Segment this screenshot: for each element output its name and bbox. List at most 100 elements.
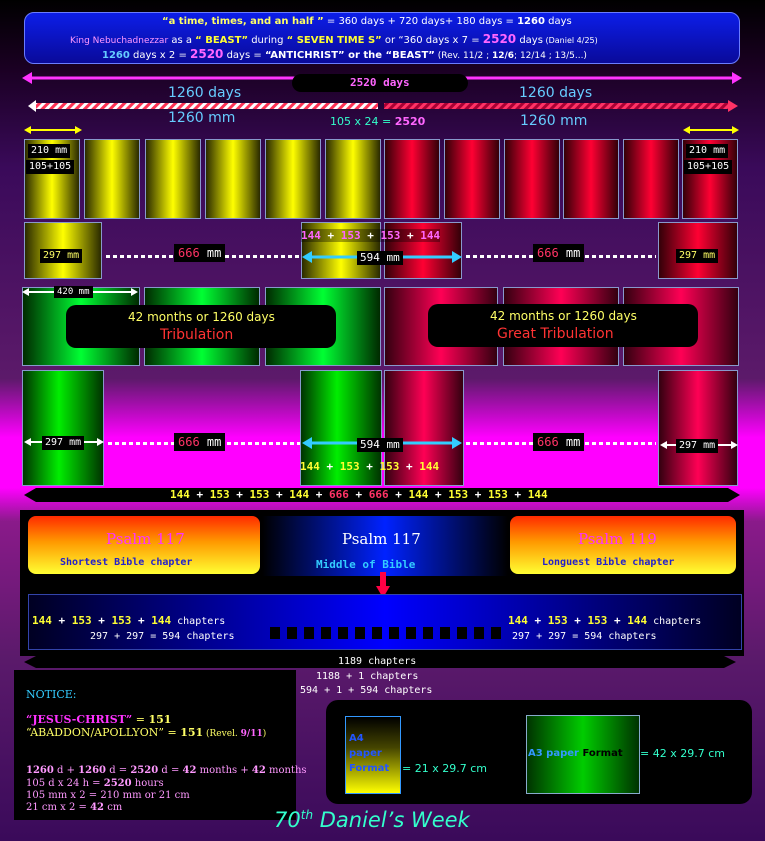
notice-jc-a: “JESUS-CHRIST” [26,713,133,726]
sum-bar-text: 144 + 153 + 153 + 144 + 666 + 666 + 144 … [170,488,548,501]
right-small-arrow [683,126,739,134]
header-daniel-ref: (Daniel 4/25) [542,36,598,45]
row2-right-666: 666 mm [533,244,585,262]
header-quote: “a time, times, and an half ” [162,16,324,27]
row2-right-297: 297 mm [676,249,719,263]
sum-bar-n: + [428,488,449,501]
row4-sum-a: 144 [300,460,320,473]
row2-right-666-num: 666 [537,246,559,260]
row2-left-297: 297 mm [40,249,83,263]
sum-bar-r: + [507,488,528,501]
right-mm-unit: mm [555,113,588,129]
chapters-right-a: 144 [508,614,528,627]
chapters-right-f: + [607,614,628,627]
header-line2-value: 2520 [482,32,517,46]
psalm-mid-subtitle: Middle of Bible [316,558,416,571]
row1-rect-7 [384,139,440,219]
left-small-arrow [24,126,82,134]
chapters-left-g: 144 [151,614,172,627]
header-line1-text: = 360 days + 720 days+ 180 days = [323,16,518,27]
notice-jc-b: = [132,713,149,726]
header-line3-mid: days x 2 = [129,50,190,61]
chapters-left: 144 + 153 + 153 + 144 chapters [32,614,225,627]
calc-b: 2520 [394,115,426,128]
row4-center-594: 594 mm [357,438,403,452]
header-seven-times: “ SEVEN TIME S” [286,35,382,46]
notice-calc-1: 1260 d + 1260 d = 2520 d = 42 months + 4… [26,765,307,776]
right-mm-num: 1260 [520,113,556,129]
header-antichrist: “ANTICHRIST” or the “BEAST” [264,50,435,61]
header-king: King Nebuchadnezzar [70,36,169,46]
notice-c2-a: 105 d x 24 h = [26,778,104,789]
row1-rect-9 [504,139,560,219]
chapters-total2: 1188 + 1 chapters [316,671,419,682]
notice-jesus-christ: “JESUS-CHRIST” = 151 [26,713,171,726]
notice-c1-d: d = [106,765,131,776]
row4-sum-g: 144 [419,460,440,473]
left-days-label: 1260 days [168,85,241,101]
notice-jc-c: 151 [148,713,172,726]
footer-rest: Daniel’s Week [313,808,470,832]
chapters-left-f: + [131,614,152,627]
row2-left-666-unit: mm [199,246,222,260]
sum-bar-f: + [269,488,290,501]
chapters-right-sum: 297 + 297 = 594 chapters [512,631,657,642]
sum-bar-a: 144 [170,488,190,501]
header-rev-ref3: ; 12/14 ; 13/5...) [514,51,587,61]
psalm-right-subtitle: Longuest Bible chapter [542,557,675,568]
row4-left-666-unit: mm [199,435,222,449]
header-during: during [248,35,287,46]
chapters-total3: 594 + 1 + 594 chapters [300,685,433,696]
row4-sum-b: + [319,460,340,473]
notice-ab-a: “ABADDON/APOLLYON” [26,726,164,739]
right-mm-label: 1260 mm [520,113,587,129]
header-rev-ref2: 12/6 [491,51,515,61]
left-mm-label: 1260 mm [168,110,235,126]
notice-calc-4: 21 cm x 2 = 42 cm [26,802,122,813]
a4-dimensions: = 21 x 29.7 cm [402,762,487,775]
row1-right-label1: 210 mm [686,144,729,158]
chapters-left-h: chapters [171,616,226,627]
psalm-mid-title: Psalm 117 [342,530,421,548]
row2-center-594: 594 mm [357,251,403,265]
footer-num: 70 [274,808,301,832]
header-line3-value1: 1260 [102,50,130,61]
notice-c1-e: 2520 [130,765,159,776]
chapters-right: 144 + 153 + 153 + 144 chapters [508,614,701,627]
sum-bar-e: 153 [249,488,270,501]
row4-sum-f: + [399,460,420,473]
sum-bar-i: 666 [329,488,349,501]
a3-dimensions: = 42 x 29.7 cm [640,747,725,760]
row1-rect-2 [84,139,140,219]
row4-sum-e: 153 [379,460,400,473]
row2-left-666-num: 666 [178,246,200,260]
a3-label-line2: Format [582,748,623,759]
chapters-right-d: + [567,614,588,627]
left-days-unit: days [203,85,242,101]
notice-c1-h: months + [196,765,252,776]
row1-rect-8 [444,139,500,219]
header-rev-ref1: (Rev. 11/2 ; [434,51,492,61]
row2-center-sum: 144 + 153 + 153 + 144 [301,229,441,242]
header-line1-unit: days [544,16,572,27]
row4-right-666: 666 mm [533,433,585,451]
left-mm-unit: mm [203,110,236,126]
chapters-left-e: 153 [111,614,132,627]
row1-right-label2: 105+105 [684,160,733,174]
notice-c1-j: months [265,765,307,776]
row1-rect-11 [623,139,679,219]
notice-calc-3: 105 mm x 2 = 210 mm or 21 cm [26,790,190,801]
notice-c1-i: 42 [251,765,266,776]
sum-bar-j: + [348,488,369,501]
sum-bar-g: 144 [289,488,310,501]
sum-bar-s: 144 [527,488,548,501]
chapters-left-d: + [91,614,112,627]
row2-left-666: 666 mm [174,244,226,262]
row4-right-297: 297 mm [676,439,719,453]
left-mm-num: 1260 [168,110,204,126]
row4-right-rect [658,370,738,486]
row1-rect-5 [265,139,321,219]
sum-bar-k: 666 [368,488,389,501]
notice-c1-a: 1260 [26,765,54,776]
row1-rect-3 [145,139,201,219]
